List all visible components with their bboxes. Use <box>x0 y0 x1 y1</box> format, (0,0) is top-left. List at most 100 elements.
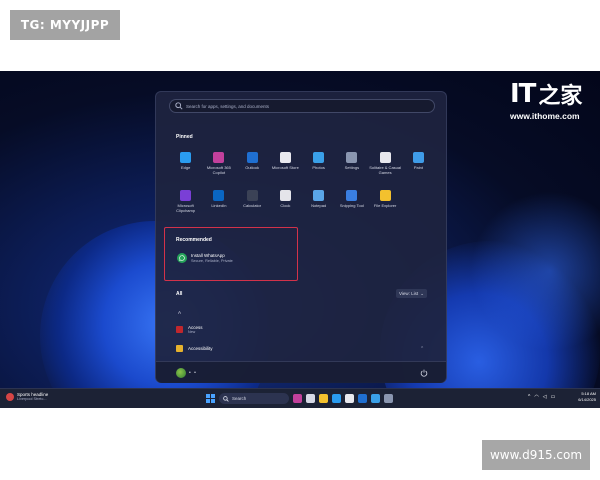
pinned-app[interactable]: Microsoft Clipchamp <box>169 190 202 218</box>
pinned-app-label: Snipping Tool <box>339 203 364 208</box>
recommended-item[interactable]: Install WhatsApp Secure, Reliable, Priva… <box>177 253 233 263</box>
outlook-icon <box>246 152 258 163</box>
copilot-icon <box>213 152 225 163</box>
edge-icon <box>180 152 192 163</box>
folder-icon <box>176 345 183 352</box>
wifi-icon[interactable]: ◠ <box>534 394 538 400</box>
pinned-app-label: File Explorer <box>373 203 397 208</box>
pinned-app[interactable]: Paint <box>402 152 435 180</box>
pinned-grid: Edge Microsoft 365 Copilot Outlook Microsof… <box>169 152 435 218</box>
battery-icon[interactable]: ▭ <box>551 394 556 400</box>
start-menu: Pinned Edge Microsoft 365 Copilot Outlook M… <box>155 91 447 383</box>
pinned-app[interactable]: Microsoft 365 Copilot <box>202 152 235 180</box>
scissors-icon <box>346 190 358 201</box>
news-widget[interactable]: Sports headline Liverpool Stretc... <box>6 392 48 401</box>
pinned-app[interactable]: Microsoft Store <box>269 152 302 180</box>
list-item-access[interactable]: Access New <box>176 325 203 334</box>
file-explorer-icon[interactable] <box>319 394 328 403</box>
taskbar-search[interactable]: Search <box>219 393 289 404</box>
clock-date: 6/14/2025 <box>578 397 596 402</box>
pinned-app[interactable]: Settings <box>335 152 368 180</box>
store-icon[interactable] <box>345 394 354 403</box>
calculator-icon <box>246 190 258 201</box>
pinned-app[interactable]: Notepad <box>302 190 335 218</box>
notepad-icon <box>313 190 325 201</box>
pinned-app-label: Paint <box>413 165 423 170</box>
list-item-accessibility[interactable]: Accessibility <box>176 345 213 352</box>
gear-icon <box>346 152 358 163</box>
cards-icon <box>379 152 391 163</box>
volume-icon[interactable]: ◁ <box>543 394 547 400</box>
list-item-title: Accessibility <box>188 346 213 351</box>
folder-icon <box>379 190 391 201</box>
whatsapp-icon <box>177 253 187 263</box>
pinned-app-label: Microsoft 365 Copilot <box>206 165 231 175</box>
chevron-up-icon[interactable]: ⌃ <box>420 346 424 352</box>
news-subtitle: Liverpool Stretc... <box>17 397 47 401</box>
pinned-app-label: Microsoft Store <box>271 165 299 170</box>
chevron-up-icon[interactable]: ^ <box>528 394 530 400</box>
pinned-app-label: Settings <box>344 165 360 170</box>
logo-mark-cn: 之家 <box>538 84 583 109</box>
pinned-app[interactable]: Calculator <box>236 190 269 218</box>
news-icon <box>6 392 14 401</box>
start-footer: • • <box>156 361 446 383</box>
taskbar: Sports headline Liverpool Stretc... Sear… <box>0 388 600 408</box>
avatar[interactable] <box>176 368 186 378</box>
logo-mark: IT <box>510 79 536 109</box>
search-icon <box>223 395 229 402</box>
edge-icon[interactable] <box>332 394 341 403</box>
pinned-app-label: Notepad <box>311 203 327 208</box>
pinned-app-label: Calculator <box>243 203 262 208</box>
pinned-app[interactable]: Solitaire & Casual Games <box>369 152 402 180</box>
pinned-app[interactable]: File Explorer <box>369 190 402 218</box>
store-icon <box>279 152 291 163</box>
gear-icon[interactable] <box>384 394 393 403</box>
pinned-title: Pinned <box>176 134 193 140</box>
pinned-app-label: Photos <box>312 165 325 170</box>
logo-url: www.ithome.com <box>510 111 580 121</box>
system-tray: ^ ◠ ◁ ▭ <box>528 394 555 400</box>
chevron-down-icon: ⌄ <box>420 291 424 296</box>
search-box[interactable] <box>169 99 435 113</box>
pinned-app[interactable]: Outlook <box>236 152 269 180</box>
power-icon[interactable] <box>420 369 428 377</box>
windows-start-icon[interactable] <box>206 394 215 403</box>
ithome-logo: IT 之家 www.ithome.com <box>510 79 596 121</box>
access-icon <box>176 326 183 333</box>
taskbar-center: Search <box>206 393 393 404</box>
clock[interactable]: 5:18 AM 6/14/2025 <box>572 391 596 403</box>
pinned-app-label: LinkedIn <box>211 203 227 208</box>
pinned-app[interactable]: LinkedIn <box>202 190 235 218</box>
pinned-app[interactable]: Clock <box>269 190 302 218</box>
photos-icon <box>313 152 325 163</box>
pinned-app[interactable]: Edge <box>169 152 202 180</box>
recommended-item-subtitle: Secure, Reliable, Private <box>191 259 233 263</box>
recommended-title: Recommended <box>176 237 212 243</box>
taskbar-search-label: Search <box>232 396 247 401</box>
outlook-icon[interactable] <box>358 394 367 403</box>
pinned-app[interactable]: Snipping Tool <box>335 190 368 218</box>
clipchamp-icon <box>180 190 192 201</box>
recommended-item-title: Install WhatsApp <box>191 253 225 258</box>
photos-icon[interactable] <box>371 394 380 403</box>
watermark-tag-bottom: www.d915.com <box>482 440 590 470</box>
pinned-app-label: Solitaire & Casual Games <box>369 165 402 175</box>
paint-icon <box>412 152 424 163</box>
recommended-highlight: Recommended Install WhatsApp Secure, Rel… <box>164 227 298 281</box>
group-letter[interactable]: A <box>178 310 181 315</box>
view-list-button[interactable]: View: List ⌄ <box>396 289 427 298</box>
view-list-label: View: List <box>399 291 419 296</box>
pinned-app-label: Edge <box>180 165 191 170</box>
list-item-subtitle: New <box>188 330 196 334</box>
pinned-app[interactable]: Photos <box>302 152 335 180</box>
pinned-app-label: Microsoft Clipchamp <box>176 203 196 213</box>
linkedin-icon <box>213 190 225 201</box>
user-name[interactable]: • • <box>189 370 197 376</box>
all-title: All <box>176 291 183 297</box>
copilot-icon[interactable] <box>293 394 302 403</box>
screenshot: TG: MYYJJPP IT 之家 www.ithome.com Pinned … <box>0 0 600 480</box>
search-input[interactable] <box>186 103 426 109</box>
pinned-app-label: Clock <box>280 203 291 208</box>
task-view-icon[interactable] <box>306 394 315 403</box>
